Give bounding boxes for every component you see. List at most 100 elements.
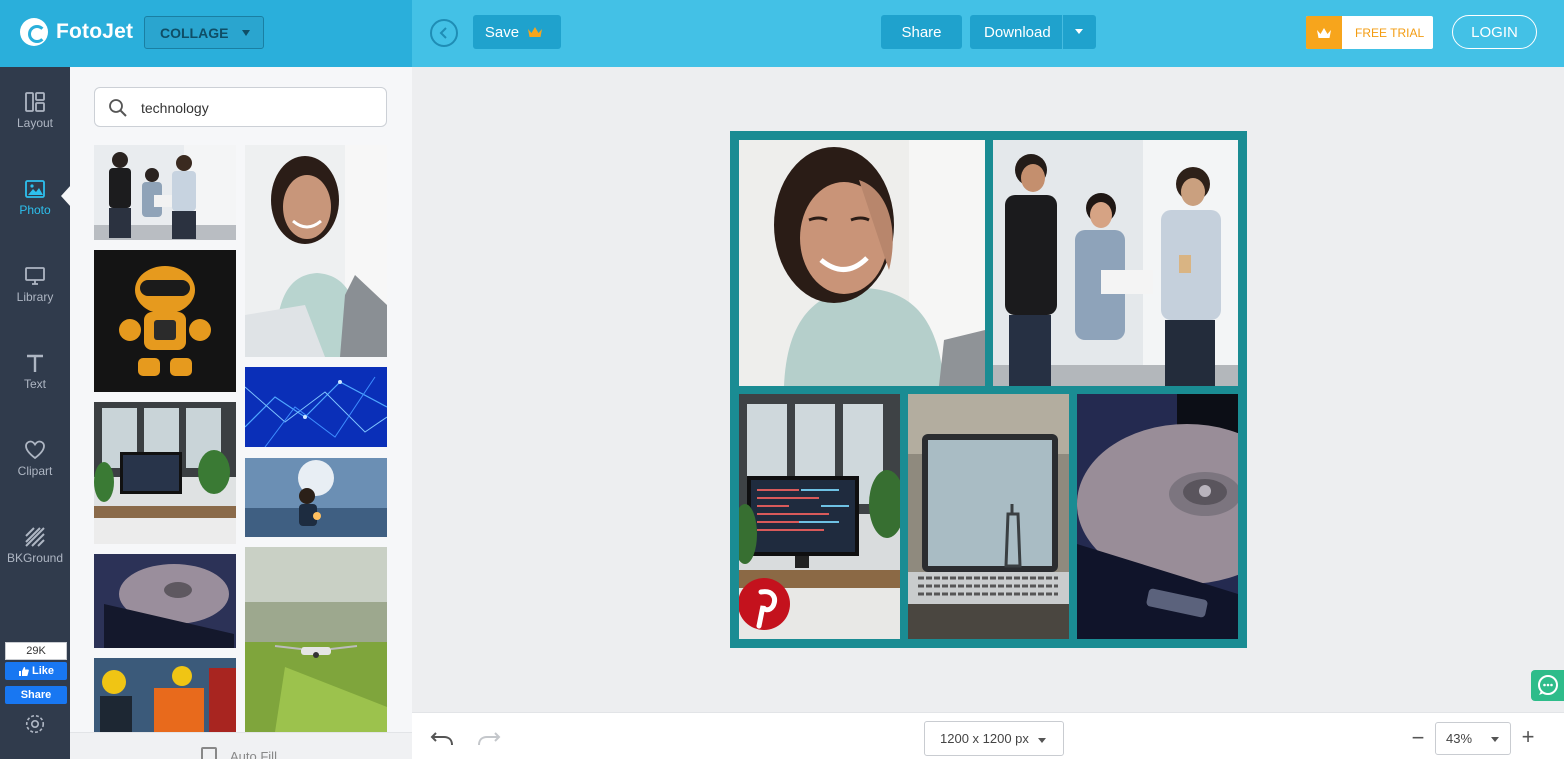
sidebar-item-layout[interactable]: Layout	[0, 91, 70, 151]
photo-thumb-office-desk[interactable]	[94, 402, 236, 544]
canvas-size-value: 1200 x 1200 px	[940, 731, 1029, 746]
collage-canvas[interactable]	[730, 131, 1247, 648]
colleagues-photo	[94, 145, 236, 240]
fb-like-label: Like	[31, 665, 54, 677]
top-bar: FotoJet COLLAGE Save Share Download FREE…	[0, 0, 1564, 67]
sidebar-item-label: Layout	[16, 116, 54, 130]
search-icon[interactable]	[108, 98, 128, 118]
fb-share-button[interactable]: Share	[5, 686, 67, 704]
pinterest-badge	[739, 578, 790, 630]
sidebar-item-clipart[interactable]: Clipart	[0, 439, 70, 499]
zoom-in-button[interactable]: +	[1520, 724, 1536, 750]
login-button[interactable]: LOGIN	[1452, 15, 1537, 49]
save-button-label: Save	[484, 23, 520, 41]
collage-cell-laptop[interactable]	[908, 394, 1069, 639]
text-icon	[27, 354, 43, 372]
smiling-woman-photo	[739, 140, 985, 386]
fotojet-logo-icon	[20, 18, 48, 46]
chat-icon	[1538, 675, 1558, 695]
lab-photo	[245, 458, 387, 537]
thumbs-up-icon	[18, 666, 29, 676]
zoom-value: 43%	[1446, 731, 1473, 746]
layout-icon	[25, 92, 45, 112]
free-trial-label: FREE TRIAL	[1355, 25, 1425, 40]
share-button[interactable]: Share	[881, 15, 962, 49]
logo[interactable]: FotoJet	[20, 18, 133, 46]
background-icon	[25, 527, 45, 547]
mode-select-label: COLLAGE	[160, 24, 229, 41]
photo-search	[94, 87, 387, 127]
sidebar-item-label: BKGround	[6, 551, 64, 565]
zoom-select[interactable]: 43%	[1435, 722, 1511, 755]
collage-cell-colleagues[interactable]	[993, 140, 1238, 386]
photo-thumb-drone[interactable]	[245, 547, 387, 732]
sidebar-item-background[interactable]: BKGround	[0, 526, 70, 586]
zoom-out-button[interactable]: −	[1410, 725, 1426, 751]
hard-drive-photo	[1077, 394, 1238, 639]
firefighters-photo	[94, 658, 236, 732]
sidebar-item-label: Text	[23, 377, 46, 391]
download-button-label: Download	[984, 23, 1051, 41]
sidebar-item-label: Library	[16, 290, 54, 304]
brand-name: FotoJet	[56, 20, 134, 43]
download-split-divider	[1062, 15, 1063, 49]
chevron-down-icon	[242, 30, 250, 36]
photo-thumb-colleagues[interactable]	[94, 145, 236, 240]
chevron-left-icon	[439, 27, 447, 39]
sidebar-item-label: Clipart	[17, 464, 53, 478]
save-button[interactable]: Save	[473, 15, 561, 49]
sidebar-item-library[interactable]: Library	[0, 265, 70, 325]
colleagues-photo	[993, 140, 1238, 386]
collage-cell-desk[interactable]	[739, 394, 900, 639]
drone-photo	[245, 547, 387, 732]
sidebar-item-text[interactable]: Text	[0, 352, 70, 412]
collage-cell-hard-drive[interactable]	[1077, 394, 1238, 639]
photo-thumb-blue-network[interactable]	[245, 367, 387, 447]
free-trial-button[interactable]: FREE TRIAL	[1306, 16, 1433, 49]
gear-icon[interactable]	[24, 713, 46, 735]
auto-fill-bar[interactable]: Auto Fill	[70, 732, 412, 759]
photo-thumb-lab[interactable]	[245, 458, 387, 537]
photo-thumb-firefighters[interactable]	[94, 658, 236, 732]
chevron-down-icon	[1491, 737, 1499, 742]
office-desk-photo	[94, 402, 236, 544]
photo-icon	[25, 180, 45, 198]
crown-icon	[528, 27, 543, 37]
login-button-label: LOGIN	[1471, 23, 1518, 41]
auto-fill-icon	[201, 747, 217, 759]
photo-thumb-hard-drive[interactable]	[94, 554, 236, 648]
heart-icon	[25, 440, 45, 460]
auto-fill-label: Auto Fill	[230, 749, 277, 759]
smiling-woman-photo	[245, 145, 387, 357]
free-trial-crown	[1306, 16, 1342, 49]
canvas-size-select[interactable]: 1200 x 1200 px	[924, 721, 1064, 756]
sidebar-item-photo[interactable]: Photo	[0, 178, 70, 238]
office-desk-photo	[739, 394, 900, 639]
blue-network-photo	[245, 367, 387, 447]
download-dropdown-icon[interactable]	[1075, 29, 1083, 34]
library-icon	[25, 267, 45, 285]
laptop-photo	[908, 394, 1069, 639]
sidebar-item-label: Photo	[19, 203, 51, 217]
left-nav: Layout Photo Library Text Clipart BKGrou…	[0, 67, 71, 759]
photo-thumb-smiling-woman[interactable]	[245, 145, 387, 357]
bottom-toolbar: 1200 x 1200 px − 43% +	[412, 712, 1564, 759]
fb-share-label: Share	[20, 689, 52, 701]
undo-icon[interactable]	[430, 729, 454, 747]
photo-thumb-robot[interactable]	[94, 250, 236, 392]
mode-select[interactable]: COLLAGE	[144, 16, 264, 49]
brand-area: FotoJet COLLAGE	[0, 0, 412, 67]
redo-icon[interactable]	[477, 729, 501, 747]
fb-like-button[interactable]: Like	[5, 662, 67, 680]
robot-photo	[94, 250, 236, 392]
collage-cell-woman[interactable]	[739, 140, 985, 386]
download-button[interactable]: Download	[970, 15, 1096, 49]
share-button-label: Share	[901, 23, 942, 41]
chevron-down-icon	[1038, 738, 1046, 743]
hard-drive-photo	[94, 554, 236, 648]
fb-like-count: 29K	[5, 642, 67, 660]
search-input[interactable]	[141, 97, 371, 119]
back-button[interactable]	[430, 19, 458, 47]
chat-button[interactable]	[1531, 670, 1564, 701]
crown-icon	[1317, 27, 1331, 38]
